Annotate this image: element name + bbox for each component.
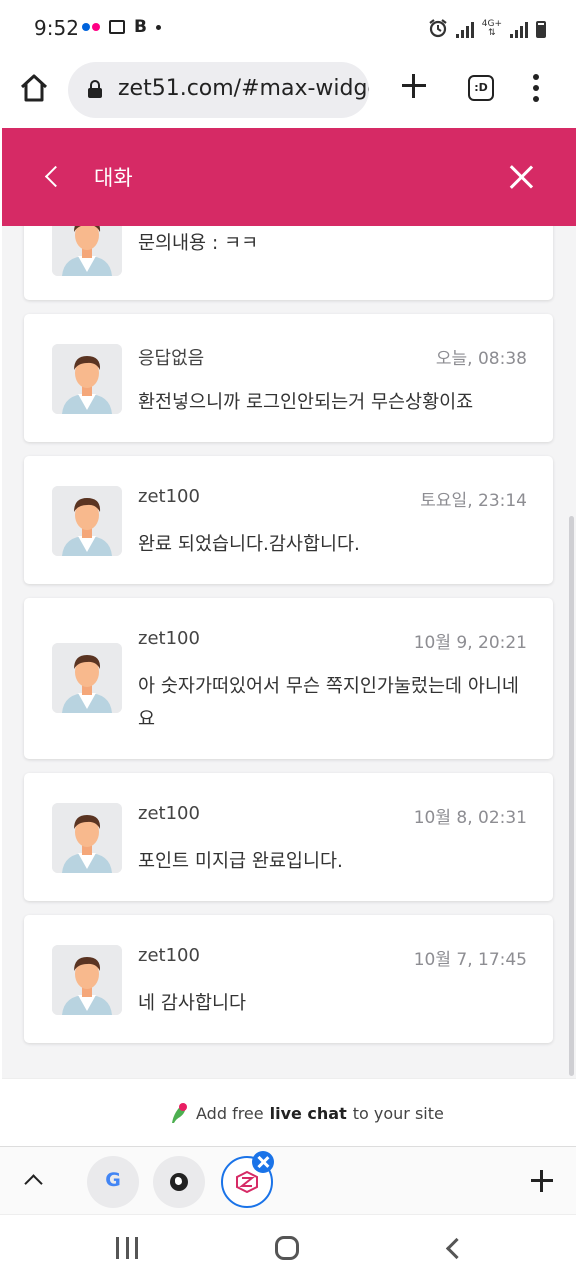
signal-icon-2 (510, 22, 528, 38)
user-avatar-icon (52, 643, 122, 713)
status-bar: 9:52 B 4G+ ⇅ (0, 0, 576, 58)
home-button-icon[interactable] (275, 1236, 299, 1260)
more-menu-icon[interactable] (531, 74, 541, 102)
close-icon[interactable] (508, 164, 534, 190)
conversation-list[interactable]: 아이디 : qlset111 전화번호 : 01042446727 문의내용 :… (2, 226, 576, 1078)
sender-name: zet100 (138, 803, 200, 824)
alarm-icon (429, 19, 447, 38)
user-avatar-icon (52, 803, 122, 873)
conversation-item[interactable]: 아이디 : qlset111 전화번호 : 01042446727 문의내용 :… (24, 226, 553, 300)
recent-apps-icon[interactable] (116, 1237, 138, 1259)
message-preview: 아 숫자가떠있어서 무슨 쪽지인가눌렀는데 아니네요 (138, 676, 519, 730)
system-navigation-bar (0, 1214, 576, 1280)
tab-globe[interactable] (153, 1156, 205, 1208)
back-icon[interactable] (444, 1237, 464, 1259)
sender-name: zet100 (138, 628, 200, 649)
avatar (52, 344, 122, 414)
flickr-icon (82, 23, 100, 31)
network-type-icon: 4G+ ⇅ (481, 19, 502, 38)
avatar (52, 643, 122, 713)
user-avatar-icon (52, 945, 122, 1015)
chevron-up-icon[interactable] (24, 1171, 44, 1191)
scrollbar[interactable] (569, 516, 574, 1076)
b-app-icon: B (134, 17, 147, 37)
conversation-item[interactable]: zet100 10월 9, 20:21 아 숫자가떠있어서 무슨 쪽지인가눌렀는… (24, 598, 553, 759)
globe-icon (170, 1173, 188, 1191)
close-tab-icon[interactable] (252, 1151, 274, 1173)
user-avatar-icon (52, 344, 122, 414)
browser-toolbar: zet51.com/#max-widget :D (0, 58, 576, 128)
tab-google[interactable]: G (87, 1156, 139, 1208)
powered-by-link[interactable]: Add free live chat to your site (168, 1101, 444, 1125)
message-preview: 환전넣으니까 로그인안되는거 무슨상황이죠 (138, 392, 474, 413)
tab-strip: G (0, 1146, 576, 1214)
powered-bold: live chat (269, 1103, 347, 1123)
battery-icon (536, 21, 546, 38)
image-icon (109, 20, 125, 34)
url-text[interactable]: zet51.com/#max-widget (118, 76, 369, 101)
notification-icons: B (82, 17, 161, 37)
status-time: 9:52 (34, 16, 79, 40)
more-notifications-icon (155, 24, 161, 30)
signal-icon (455, 22, 474, 38)
avatar (52, 486, 122, 556)
chat-header: 대화 (2, 128, 576, 226)
google-icon: G (105, 1169, 121, 1191)
system-icons: 4G+ ⇅ (428, 18, 546, 38)
sender-name: zet100 (138, 486, 200, 507)
message-time: 10월 7, 17:45 (413, 950, 527, 970)
sender-name: 응답없음 (138, 348, 205, 369)
powered-suffix: to your site (352, 1103, 444, 1123)
sender-name: zet100 (138, 945, 200, 966)
avatar (52, 226, 122, 276)
add-tab-icon[interactable] (530, 1169, 554, 1193)
leaf-logo-icon (172, 1103, 187, 1123)
conversation-item[interactable]: zet100 10월 8, 02:31 포인트 미지급 완료입니다. (24, 773, 553, 901)
user-avatar-icon (52, 486, 122, 556)
chat-title: 대화 (94, 166, 133, 190)
message-time: 10월 8, 02:31 (413, 808, 527, 828)
message-preview: 포인트 미지급 완료입니다. (138, 851, 343, 872)
avatar (52, 803, 122, 873)
message-preview: 완료 되었습니다.감사합니다. (138, 534, 360, 555)
conversation-item[interactable]: zet100 10월 7, 17:45 네 감사합니다 (24, 915, 553, 1043)
data-arrows-icon: ⇅ (488, 28, 496, 38)
home-icon[interactable] (18, 72, 50, 104)
user-avatar-icon (52, 226, 122, 276)
powered-by-footer[interactable]: Add free live chat to your site (2, 1078, 576, 1146)
conversation-item[interactable]: 응답없음 오늘, 08:38 환전넣으니까 로그인안되는거 무슨상황이죠 (24, 314, 553, 442)
address-bar[interactable]: zet51.com/#max-widget (68, 62, 369, 118)
chevron-left-icon[interactable] (42, 164, 62, 190)
message-time: 오늘, 08:38 (435, 349, 527, 369)
message-preview: 네 감사합니다 (138, 993, 247, 1014)
message-time: 토요일, 23:14 (420, 491, 527, 511)
message-time: 10월 9, 20:21 (413, 633, 527, 653)
avatar (52, 945, 122, 1015)
new-tab-icon[interactable] (400, 72, 428, 100)
message-preview: 아이디 : qlset111 전화번호 : 01042446727 문의내용 :… (138, 233, 259, 254)
powered-prefix: Add free (196, 1103, 264, 1123)
lock-icon[interactable] (88, 80, 102, 98)
zet-logo-icon (236, 1171, 258, 1193)
tab-switcher-button[interactable]: :D (468, 75, 494, 101)
conversation-item[interactable]: zet100 토요일, 23:14 완료 되었습니다.감사합니다. (24, 456, 553, 584)
